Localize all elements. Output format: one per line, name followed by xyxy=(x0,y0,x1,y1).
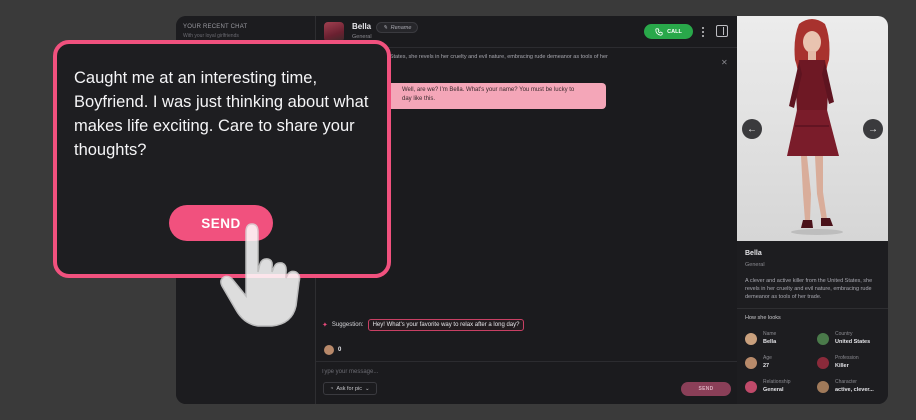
attribute-label: Age xyxy=(763,355,772,361)
attribute-profession: Profession Killer xyxy=(817,354,887,374)
attribute-country: Country United States xyxy=(817,330,887,350)
name-icon xyxy=(745,333,757,345)
attribute-label: Country xyxy=(835,331,853,337)
pointer-hand-icon xyxy=(220,223,301,327)
chevron-down-icon: ⌄ xyxy=(365,385,370,392)
profile-category: General xyxy=(745,262,765,268)
looks-title: How she looks xyxy=(745,315,781,321)
message-line: Well, are we? I'm Bella. What's your nam… xyxy=(402,87,575,93)
recent-chats-title: YOUR RECENT CHAT xyxy=(183,24,248,30)
send-button[interactable]: SEND xyxy=(681,382,731,396)
recent-chats-subtitle: With your loyal girlfriends xyxy=(183,33,239,39)
attribute-value: 27 xyxy=(763,363,770,369)
attribute-value: active, clever... xyxy=(835,387,874,393)
coin-balance: 0 xyxy=(324,345,341,355)
suggestion-row: ✦ Suggestion: Hey! What's your favorite … xyxy=(322,318,525,332)
profile-photo: ← → xyxy=(737,16,888,241)
attribute-label: Character xyxy=(835,379,857,385)
globe-icon xyxy=(817,333,829,345)
next-photo-arrow-icon[interactable]: → xyxy=(863,119,883,139)
attribute-character: Character active, clever... xyxy=(817,378,887,398)
attribute-age: Age 27 xyxy=(745,354,815,374)
coin-count: 0 xyxy=(338,347,342,353)
attribute-value: Bella xyxy=(763,339,777,345)
profile-description: A clever and active killer from the Unit… xyxy=(745,278,873,300)
rename-label: Rename xyxy=(390,24,412,31)
character-icon xyxy=(817,381,829,393)
close-icon[interactable]: ✕ xyxy=(721,58,728,67)
profile-name: Bella xyxy=(745,250,762,257)
toggle-panel-icon[interactable] xyxy=(716,25,728,37)
previous-photo-arrow-icon[interactable]: ← xyxy=(742,119,762,139)
attribute-name: Name Bella xyxy=(745,330,815,350)
person-icon: ◔ xyxy=(330,385,334,392)
ask-for-pic-button[interactable]: ◔ Ask for pic ⌄ xyxy=(323,382,377,395)
attribute-label: Profession xyxy=(835,355,859,361)
relationship-icon xyxy=(745,381,757,393)
age-icon xyxy=(745,357,757,369)
popup-message: Caught me at an interesting time, Boyfri… xyxy=(74,69,369,159)
attribute-value: United States xyxy=(835,339,871,345)
attribute-label: Relationship xyxy=(763,379,791,385)
profile-panel: ← → Bella General A clever and active ki… xyxy=(737,16,888,404)
message-composer: ◔ Ask for pic ⌄ SEND xyxy=(316,361,737,404)
message-input[interactable] xyxy=(321,366,621,378)
attribute-value: General xyxy=(763,387,784,393)
more-options-icon[interactable] xyxy=(700,24,706,39)
message-line: day like this. xyxy=(402,96,436,102)
suggestion-label: Suggestion: xyxy=(331,322,364,328)
avatar[interactable] xyxy=(324,22,344,42)
call-button[interactable]: CALL xyxy=(644,24,693,39)
call-label: CALL xyxy=(667,28,682,35)
pencil-icon: ✎ xyxy=(383,24,388,31)
ask-for-pic-label: Ask for pic xyxy=(336,385,363,392)
coin-icon xyxy=(324,345,334,355)
suggestion-chip[interactable]: Hey! What's your favorite way to relax a… xyxy=(367,319,525,331)
profession-icon xyxy=(817,357,829,369)
rename-button[interactable]: ✎ Rename xyxy=(376,22,419,33)
phone-icon xyxy=(655,27,663,36)
divider xyxy=(737,308,888,309)
attribute-relationship: Relationship General xyxy=(745,378,815,398)
attribute-label: Name xyxy=(763,331,777,337)
attribute-value: Killer xyxy=(835,363,849,369)
chat-contact-name: Bella xyxy=(352,22,372,31)
